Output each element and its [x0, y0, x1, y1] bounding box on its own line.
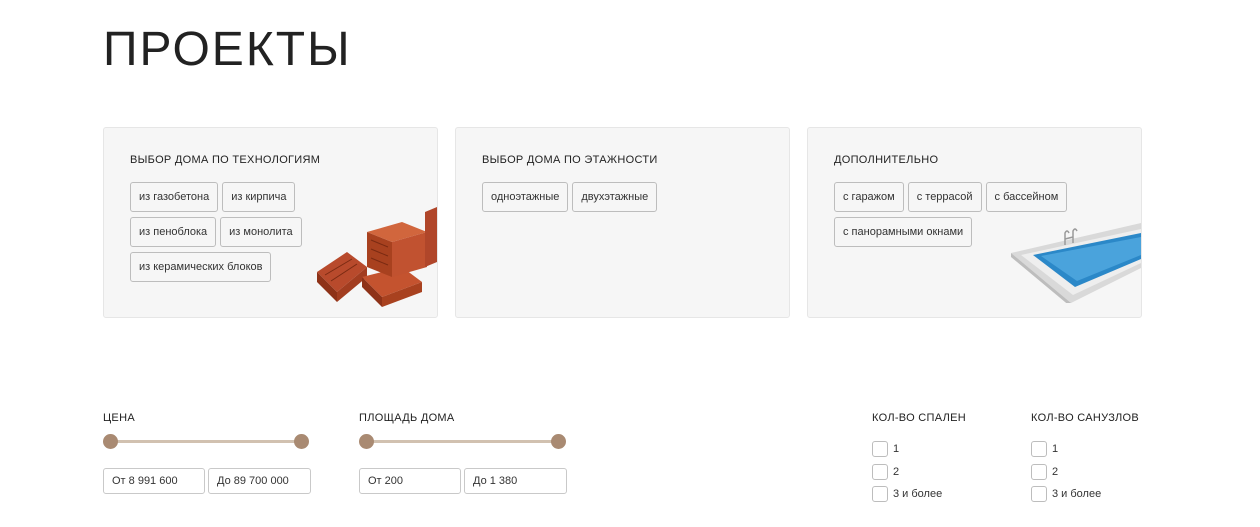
area-label: ПЛОЩАДЬ ДОМА	[359, 412, 455, 424]
bedrooms-option-1[interactable]: 1	[872, 441, 899, 457]
bathrooms-option-1[interactable]: 1	[1031, 441, 1058, 457]
floors-card-title: ВЫБОР ДОМА ПО ЭТАЖНОСТИ	[482, 154, 658, 166]
bathrooms-3-label: 3 и более	[1052, 488, 1102, 500]
extras-card: ДОПОЛНИТЕЛЬНО с гаражом с террасой с бас…	[807, 127, 1142, 318]
chip-panoramic-windows[interactable]: с панорамными окнами	[834, 217, 973, 247]
chip-ceramic-blocks[interactable]: из керамических блоков	[130, 252, 272, 282]
pool-image	[1011, 223, 1141, 303]
bathrooms-2-checkbox[interactable]	[1031, 464, 1047, 480]
bathrooms-1-label: 1	[1052, 443, 1059, 455]
chip-pool[interactable]: с бассейном	[985, 182, 1068, 212]
bricks-image	[317, 207, 437, 307]
bedrooms-label: КОЛ-ВО СПАЛЕН	[872, 412, 967, 424]
bathrooms-option-2[interactable]: 2	[1031, 464, 1058, 480]
bathrooms-label: КОЛ-ВО САНУЗЛОВ	[1031, 412, 1140, 424]
price-label: ЦЕНА	[103, 412, 135, 424]
bathrooms-1-checkbox[interactable]	[1031, 441, 1047, 457]
area-from-input[interactable]: От 200	[359, 468, 461, 494]
bedrooms-1-label: 1	[893, 443, 900, 455]
chip-foam-block[interactable]: из пеноблока	[130, 217, 217, 247]
price-min-handle[interactable]	[103, 434, 118, 449]
chip-terrace[interactable]: с террасой	[907, 182, 982, 212]
bedrooms-3-checkbox[interactable]	[872, 486, 888, 502]
bedrooms-1-checkbox[interactable]	[872, 441, 888, 457]
bathrooms-3-checkbox[interactable]	[1031, 486, 1047, 502]
price-slider-track[interactable]	[110, 440, 302, 443]
chip-garage[interactable]: с гаражом	[834, 182, 904, 212]
technology-card-title: ВЫБОР ДОМА ПО ТЕХНОЛОГИЯМ	[130, 154, 321, 166]
chip-one-story[interactable]: одноэтажные	[482, 182, 569, 212]
bedrooms-option-2[interactable]: 2	[872, 464, 899, 480]
price-from-input[interactable]: От 8 991 600	[103, 468, 205, 494]
bedrooms-2-checkbox[interactable]	[872, 464, 888, 480]
price-max-handle[interactable]	[294, 434, 309, 449]
area-to-input[interactable]: До 1 380	[464, 468, 567, 494]
extras-card-title: ДОПОЛНИТЕЛЬНО	[834, 154, 939, 166]
page-title: ПРОЕКТЫ	[103, 23, 352, 76]
bedrooms-3-label: 3 и более	[893, 488, 943, 500]
bathrooms-2-label: 2	[1052, 466, 1059, 478]
area-max-handle[interactable]	[551, 434, 566, 449]
chip-gas-concrete[interactable]: из газобетона	[130, 182, 219, 212]
price-to-input[interactable]: До 89 700 000	[208, 468, 311, 494]
floors-card: ВЫБОР ДОМА ПО ЭТАЖНОСТИ одноэтажные двух…	[455, 127, 790, 318]
bathrooms-option-3[interactable]: 3 и более	[1031, 486, 1101, 502]
bedrooms-option-3[interactable]: 3 и более	[872, 486, 942, 502]
bedrooms-2-label: 2	[893, 466, 900, 478]
area-min-handle[interactable]	[359, 434, 374, 449]
technology-card: ВЫБОР ДОМА ПО ТЕХНОЛОГИЯМ из газобетона …	[103, 127, 438, 318]
area-slider-track[interactable]	[366, 440, 558, 443]
chip-two-story[interactable]: двухэтажные	[572, 182, 658, 212]
chip-monolith[interactable]: из монолита	[220, 217, 302, 247]
chip-brick[interactable]: из кирпича	[222, 182, 296, 212]
